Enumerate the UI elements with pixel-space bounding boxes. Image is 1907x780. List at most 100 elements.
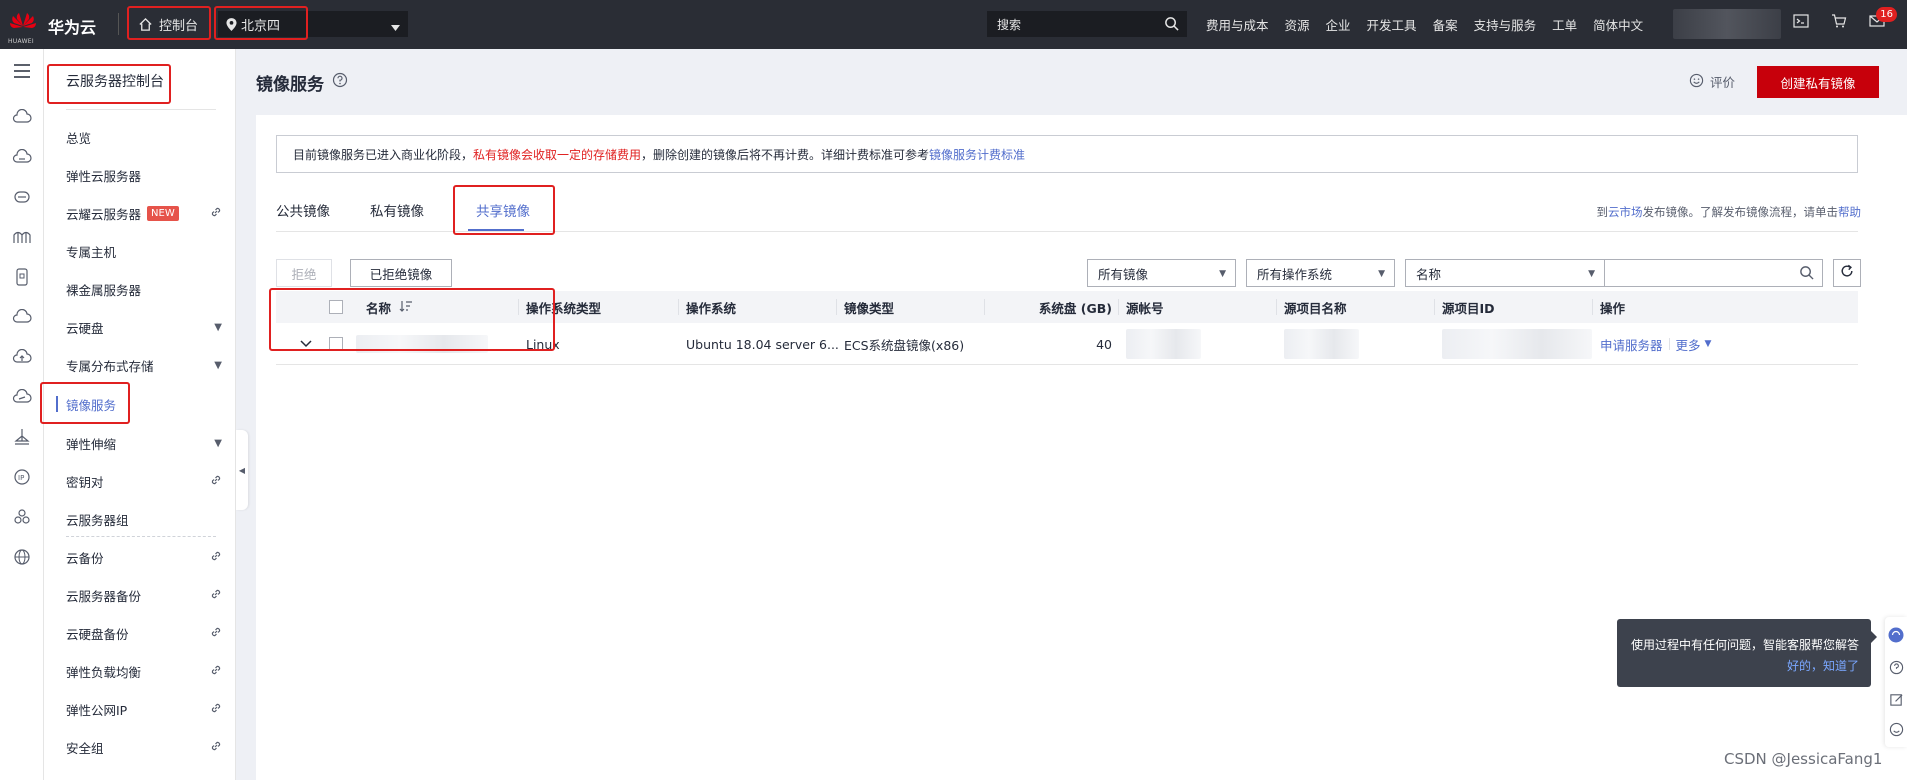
sidebar-item-cbr[interactable]: 云备份: [66, 546, 236, 568]
column-separator: [1118, 299, 1119, 315]
external-link-icon: [210, 474, 222, 489]
service-icon-rail: IP: [0, 49, 44, 780]
sidebar-item-server-backup[interactable]: 云服务器备份: [66, 584, 236, 606]
help-link[interactable]: 帮助: [1838, 205, 1861, 219]
more-actions-link[interactable]: 更多: [1676, 335, 1701, 354]
nav-support[interactable]: 支持与服务: [1474, 15, 1537, 34]
select-value: 所有镜像: [1098, 266, 1149, 282]
sidebar-item-eip[interactable]: 弹性公网IP: [66, 698, 236, 720]
billing-standard-link[interactable]: 镜像服务计费标准: [929, 146, 1025, 163]
sidebar-item-label: 安全组: [66, 740, 104, 756]
network-icon[interactable]: [10, 425, 34, 449]
divider: [66, 536, 216, 537]
nav-enterprise[interactable]: 企业: [1326, 15, 1351, 34]
refresh-button[interactable]: [1833, 259, 1861, 287]
cell-source-account-redacted: [1126, 323, 1201, 365]
image-scope-select[interactable]: 所有镜像 ▼: [1087, 259, 1236, 287]
sidebar-item-ecs[interactable]: 弹性云服务器: [66, 164, 236, 186]
external-link-icon: [210, 588, 222, 603]
apply-server-link[interactable]: 申请服务器: [1600, 335, 1663, 354]
nav-resources[interactable]: 资源: [1285, 15, 1310, 34]
help-circle-icon[interactable]: [332, 72, 348, 93]
sidebar-item-server-group[interactable]: 云服务器组: [66, 508, 236, 530]
tab-private-images[interactable]: 私有镜像: [370, 200, 424, 220]
search-input[interactable]: [1605, 259, 1823, 287]
sidebar-item-keypair[interactable]: 密钥对: [66, 470, 236, 492]
marketplace-tip: 到云市场发布镜像。了解发布镜像流程，请单击帮助: [1597, 204, 1862, 220]
logo-text[interactable]: 华为云: [48, 14, 96, 38]
cloud-storage-icon[interactable]: [10, 305, 34, 329]
page-title-text: 镜像服务: [256, 75, 324, 95]
column-separator: [836, 299, 837, 315]
rejected-images-button[interactable]: 已拒绝镜像: [350, 259, 452, 287]
cloud-compute-icon[interactable]: [10, 145, 34, 169]
device-icon[interactable]: [10, 265, 34, 289]
external-link-icon: [210, 206, 222, 221]
menu-icon[interactable]: [10, 59, 34, 83]
annotation-box-region: [214, 6, 308, 40]
sidebar-item-elb[interactable]: 弹性负载均衡: [66, 660, 236, 682]
column-label: 源项目ID: [1442, 300, 1495, 316]
sidebar-item-label: 云硬盘: [66, 320, 104, 336]
sidebar-item-flexus[interactable]: 云耀云服务器 NEW: [66, 202, 236, 224]
divider: [1668, 338, 1670, 350]
search-icon[interactable]: [1164, 16, 1179, 34]
cloud-link-icon[interactable]: [10, 385, 34, 409]
huawei-logo-icon[interactable]: [8, 8, 38, 42]
external-link-icon: [210, 550, 222, 565]
annotation-box-sidebar-title: [47, 64, 171, 104]
sidebar-item-label: 云硬盘备份: [66, 626, 129, 642]
customer-service-icon[interactable]: [1888, 627, 1904, 643]
global-search-input[interactable]: 搜索: [987, 11, 1187, 37]
tab-public-images[interactable]: 公共镜像: [276, 200, 330, 220]
top-nav: 费用与成本 资源 企业 开发工具 备案 支持与服务 工单 简体中文: [1206, 0, 1643, 49]
sidebar-item-bms[interactable]: 裸金属服务器: [66, 278, 236, 300]
cell-text: ECS系统盘镜像(x86): [844, 337, 965, 353]
refresh-icon: [1840, 264, 1854, 282]
terminal-icon[interactable]: [1793, 13, 1809, 33]
nav-dev-tools[interactable]: 开发工具: [1367, 15, 1417, 34]
sidebar-item-disk-backup[interactable]: 云硬盘备份: [66, 622, 236, 644]
sidebar-item-label: 云服务器备份: [66, 588, 142, 604]
sidebar-item-as[interactable]: 弹性伸缩 ▼: [66, 432, 236, 454]
cloud-upload-icon[interactable]: [10, 345, 34, 369]
annotation-box-console: [127, 6, 211, 40]
sidebar-item-dss[interactable]: 专属分布式存储 ▼: [66, 354, 236, 376]
search-field-select[interactable]: 名称 ▼: [1405, 259, 1605, 287]
tooltip-arrow: [1871, 631, 1877, 643]
smiley-icon[interactable]: [1888, 721, 1904, 737]
nav-language[interactable]: 简体中文: [1593, 15, 1643, 34]
cart-icon[interactable]: [1831, 13, 1847, 33]
nav-cost[interactable]: 费用与成本: [1206, 15, 1269, 34]
feedback-edit-icon[interactable]: [1888, 691, 1904, 707]
ip-icon[interactable]: IP: [10, 465, 34, 489]
sidebar-item-overview[interactable]: 总览: [66, 126, 236, 148]
help-circle-icon[interactable]: [1888, 659, 1904, 675]
sidebar-item-security-group[interactable]: 安全组: [66, 736, 236, 758]
create-private-image-button[interactable]: 创建私有镜像: [1757, 66, 1879, 98]
marketplace-link[interactable]: 云市场: [1608, 205, 1643, 219]
nav-icp[interactable]: 备案: [1433, 15, 1458, 34]
search-icon[interactable]: [1799, 265, 1814, 284]
cluster-icon[interactable]: [10, 505, 34, 529]
caret-down-icon: ▼: [1704, 339, 1712, 349]
sidebar-item-evs[interactable]: 云硬盘 ▼: [66, 316, 236, 338]
tooltip-dismiss-link[interactable]: 好的，知道了: [1631, 657, 1859, 674]
os-filter-select[interactable]: 所有操作系统 ▼: [1246, 259, 1395, 287]
sidebar-item-label: 云耀云服务器: [66, 206, 142, 222]
cloud-server-icon[interactable]: [10, 105, 34, 129]
top-icons: [1793, 13, 1885, 33]
user-account-redacted[interactable]: [1673, 9, 1781, 39]
nav-ticket[interactable]: 工单: [1552, 15, 1577, 34]
rate-link[interactable]: 评价: [1689, 72, 1735, 91]
cell-image-type: ECS系统盘镜像(x86): [844, 323, 964, 365]
bridge-icon[interactable]: [10, 225, 34, 249]
sidebar-collapse-handle[interactable]: ◀: [236, 430, 248, 510]
cell-os: Ubuntu 18.04 server 6...: [686, 323, 839, 365]
sidebar-item-dedicated-host[interactable]: 专属主机: [66, 240, 236, 262]
globe-icon[interactable]: [10, 545, 34, 569]
rate-label: 评价: [1710, 75, 1736, 90]
database-icon[interactable]: [10, 185, 34, 209]
reject-button[interactable]: 拒绝: [276, 259, 332, 287]
external-link-icon: [210, 740, 222, 755]
